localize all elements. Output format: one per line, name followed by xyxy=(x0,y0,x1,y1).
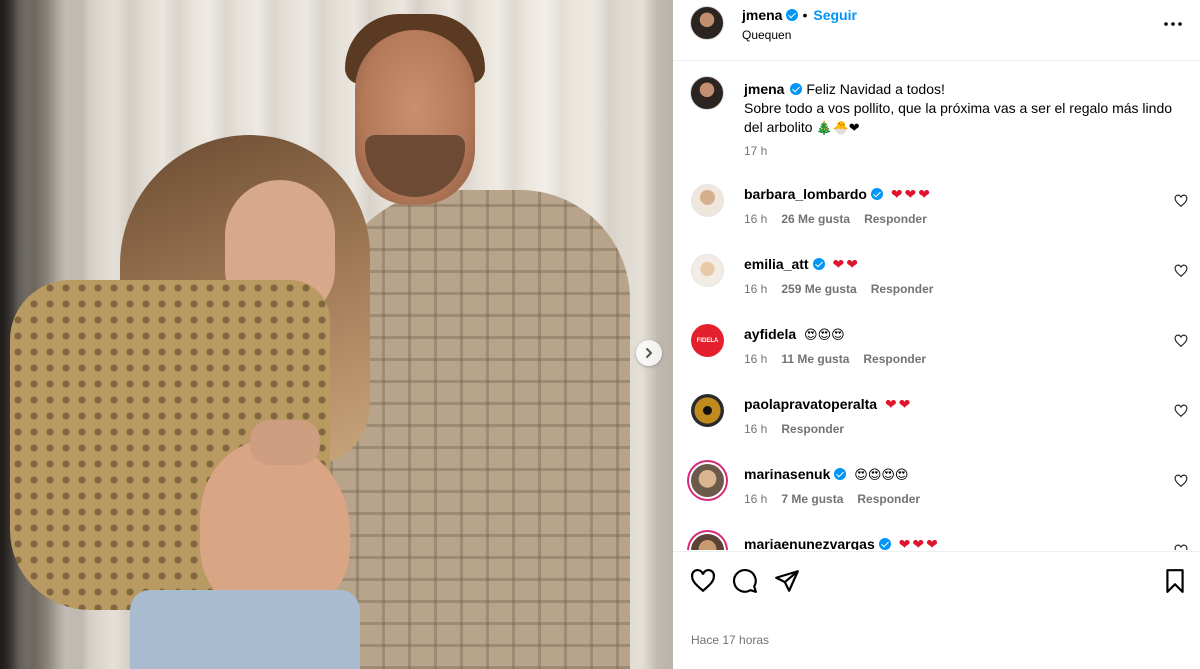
verified-badge-icon xyxy=(812,258,825,270)
comment-time: 16 h xyxy=(744,422,768,436)
commenter-avatar-story-ring[interactable] xyxy=(691,534,724,550)
comment-time: 16 h xyxy=(744,282,768,296)
verified-badge-icon xyxy=(878,538,891,550)
commenter-avatar[interactable]: FIDELA xyxy=(691,324,724,357)
verified-badge-icon xyxy=(790,83,803,95)
commenter-avatar[interactable] xyxy=(691,394,724,427)
caption-username[interactable]: jmena xyxy=(744,81,784,97)
post-side-panel: jmena • Seguir Quequen jmena Feliz Navidad… xyxy=(673,0,1200,669)
reply-button[interactable]: Responder xyxy=(863,352,926,366)
comment-likes[interactable]: 259 Me gusta xyxy=(781,282,856,296)
comment-likes[interactable]: 7 Me gusta xyxy=(781,492,843,506)
chevron-right-icon xyxy=(646,348,652,358)
commenter-avatar[interactable] xyxy=(691,254,724,287)
caption-author-avatar[interactable] xyxy=(690,76,724,110)
comment-time: 16 h xyxy=(744,352,768,366)
caption-line2: Sobre todo a vos pollito, que la próxima… xyxy=(744,100,1173,135)
commenter-username[interactable]: marinasenuk xyxy=(744,466,830,482)
comment-meta: 16 h 26 Me gusta Responder xyxy=(744,212,941,226)
post-caption: jmena Feliz Navidad a todos! Sobre todo … xyxy=(673,62,1200,172)
caption-line1: Feliz Navidad a todos! xyxy=(806,81,945,97)
post-timestamp: Hace 17 horas xyxy=(691,633,770,647)
comment-meta: 16 h 7 Me gusta Responder xyxy=(744,492,934,506)
author-avatar[interactable] xyxy=(690,6,724,40)
man-shirt xyxy=(330,190,630,669)
reply-button[interactable]: Responder xyxy=(857,492,920,506)
comment-line: paolapravatoperalta ❤❤ xyxy=(744,396,912,413)
verified-badge-icon xyxy=(870,188,883,200)
post-header: jmena • Seguir Quequen xyxy=(673,0,1200,61)
commenter-username[interactable]: ayfidela xyxy=(744,326,796,342)
comment-time: 16 h xyxy=(744,212,768,226)
comment-like-heart-icon[interactable] xyxy=(1174,404,1188,418)
comment-text: 😍😍😍😍 xyxy=(854,468,909,483)
hand xyxy=(250,420,320,465)
comments-scroll-area[interactable]: jmena Feliz Navidad a todos! Sobre todo … xyxy=(673,62,1200,550)
comment-item: barbara_lombardo ❤❤❤ 16 h 26 Me gusta Resp… xyxy=(673,184,1200,254)
commenter-username[interactable]: paolapravatoperalta xyxy=(744,396,877,412)
jeans xyxy=(130,590,360,669)
verified-badge-icon xyxy=(786,9,799,21)
comment-likes[interactable]: 11 Me gusta xyxy=(781,352,849,366)
post-actions-bar xyxy=(673,551,1200,611)
reply-button[interactable]: Responder xyxy=(864,212,927,226)
author-username[interactable]: jmena xyxy=(742,7,782,23)
caption-time: 17 h xyxy=(744,144,768,158)
comment-like-heart-icon[interactable] xyxy=(1174,194,1188,208)
comment-item: marinasenuk 😍😍😍😍 16 h 7 Me gusta Responder xyxy=(673,464,1200,534)
post-location[interactable]: Quequen xyxy=(742,28,791,42)
commenter-avatar-story-ring[interactable] xyxy=(691,464,724,497)
verified-badge-icon xyxy=(834,468,847,480)
commenter-username[interactable]: mariaenunezvargas xyxy=(744,536,875,550)
reply-button[interactable]: Responder xyxy=(781,422,844,436)
comment-like-heart-icon[interactable] xyxy=(1174,474,1188,488)
comment-line: ayfidela 😍😍😍 xyxy=(744,326,845,343)
comment-line: barbara_lombardo ❤❤❤ xyxy=(744,186,932,203)
more-options-icon[interactable] xyxy=(1162,14,1184,34)
comment-like-heart-icon[interactable] xyxy=(1174,334,1188,348)
commenter-avatar[interactable] xyxy=(691,184,724,217)
comment-text: ❤❤ xyxy=(884,396,913,412)
comment-line: emilia_att ❤❤ xyxy=(744,256,860,273)
author-line: jmena • Seguir xyxy=(742,7,857,23)
heart-outline-icon[interactable] xyxy=(690,568,716,594)
comment-meta: 16 h 259 Me gusta Responder xyxy=(744,282,947,296)
comment-likes[interactable]: 26 Me gusta xyxy=(781,212,850,226)
comment-time: 16 h xyxy=(744,492,768,506)
comment-text: 😍😍😍 xyxy=(804,328,845,343)
comment-text: ❤❤❤ xyxy=(898,536,940,550)
comment-line: marinasenuk 😍😍😍😍 xyxy=(744,466,908,483)
post-photo[interactable] xyxy=(0,0,673,669)
avatar-logo-text: FIDELA xyxy=(696,337,719,344)
commenter-username[interactable]: barbara_lombardo xyxy=(744,186,867,202)
caption-text: jmena Feliz Navidad a todos! Sobre todo … xyxy=(744,80,1174,138)
comment-meta: 16 h 11 Me gusta Responder xyxy=(744,352,940,366)
comment-item: emilia_att ❤❤ 16 h 259 Me gusta Responder xyxy=(673,254,1200,324)
comment-text: ❤❤❤ xyxy=(890,186,933,202)
carousel-next-button[interactable] xyxy=(636,340,662,366)
caption-emojis: 🎄🐣❤ xyxy=(816,121,860,136)
commenter-username[interactable]: emilia_att xyxy=(744,256,809,272)
comment-item: FIDELA ayfidela 😍😍😍 16 h 11 Me gusta Respo… xyxy=(673,324,1200,394)
comment-bubble-icon[interactable] xyxy=(732,568,758,594)
comment-text: ❤❤ xyxy=(832,256,860,272)
dot-separator: • xyxy=(802,7,808,23)
comment-item: paolapravatoperalta ❤❤ 16 h Responder xyxy=(673,394,1200,464)
paper-plane-icon[interactable] xyxy=(774,568,800,594)
comment-line: mariaenunezvargas ❤❤❤ xyxy=(744,536,940,550)
comment-like-heart-icon[interactable] xyxy=(1174,544,1188,550)
follow-button[interactable]: Seguir xyxy=(813,7,857,23)
bookmark-icon[interactable] xyxy=(1162,568,1188,594)
comment-meta: 16 h Responder xyxy=(744,422,858,436)
reply-button[interactable]: Responder xyxy=(871,282,934,296)
comment-item: mariaenunezvargas ❤❤❤ xyxy=(673,534,1200,550)
comment-like-heart-icon[interactable] xyxy=(1174,264,1188,278)
